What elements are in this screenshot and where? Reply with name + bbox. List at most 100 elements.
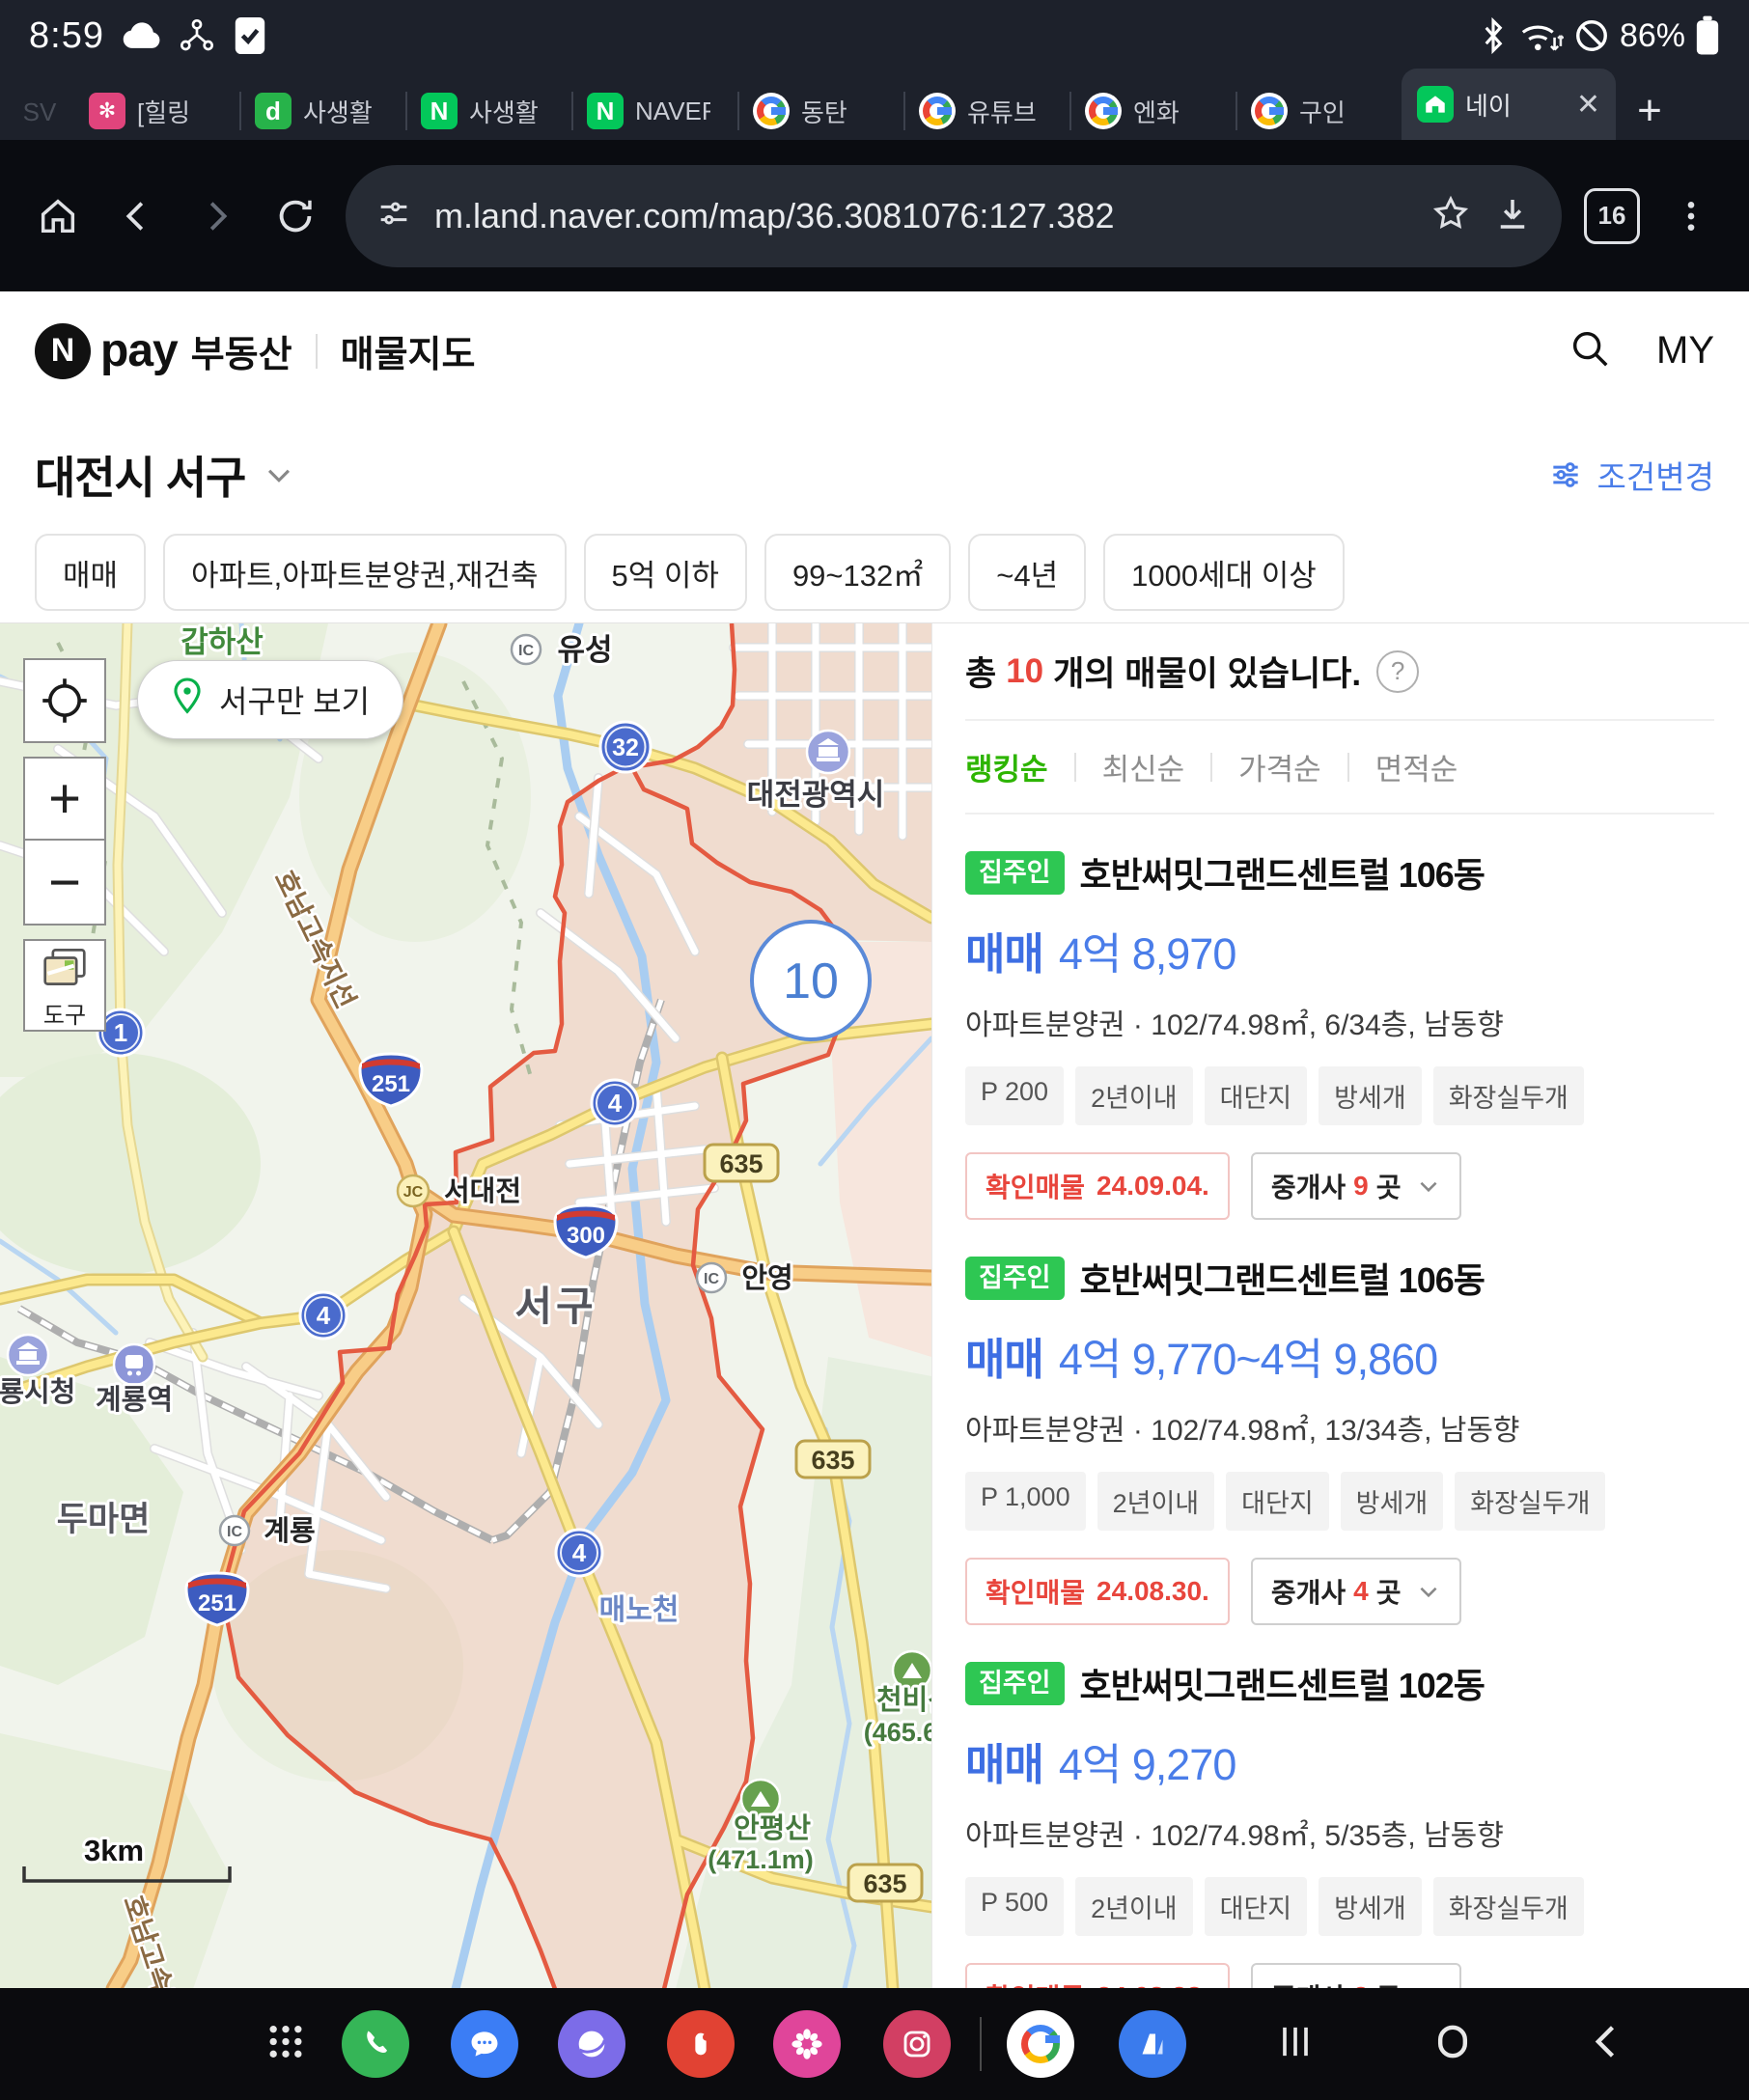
- tab-healing[interactable]: ✻ [힐링: [73, 82, 239, 140]
- sort-area[interactable]: 면적순: [1375, 745, 1458, 788]
- sort-ranking[interactable]: 랭킹순: [965, 745, 1048, 788]
- map-canvas[interactable]: 갑하산 (468.7m) 서구 두마면 매노천 호남고속지선 호남고속지선 대전…: [0, 623, 931, 1989]
- locate-button[interactable]: [23, 658, 106, 743]
- ic-gyeryong: IC 계룡: [220, 1515, 316, 1547]
- google-app-icon[interactable]: [1007, 2010, 1074, 2078]
- route-shield-32: 32: [600, 722, 651, 772]
- naver-pay-logo[interactable]: N: [35, 323, 91, 379]
- svg-text:IC: IC: [518, 643, 534, 659]
- search-icon[interactable]: [1568, 326, 1612, 375]
- gyeryong-cityhall-icon: [8, 1335, 48, 1375]
- agents-dropdown[interactable]: 중개사 2곳: [1251, 1963, 1462, 1988]
- layers-icon: [42, 947, 87, 992]
- download-icon[interactable]: [1492, 193, 1533, 238]
- apps-grid-icon[interactable]: [264, 2021, 307, 2068]
- chip-trade-type[interactable]: 매매: [35, 534, 146, 611]
- chip-households[interactable]: 1000세대 이상: [1103, 534, 1345, 611]
- chip-area[interactable]: 99~132㎡: [764, 534, 951, 611]
- help-icon[interactable]: ?: [1376, 650, 1419, 693]
- route-shield-4b: 4: [300, 1292, 347, 1339]
- condition-change-button[interactable]: 조건변경: [1547, 452, 1714, 498]
- svg-text:서대전: 서대전: [444, 1175, 521, 1207]
- google-icon: [1251, 93, 1288, 129]
- jc-seodaejeon: JC 서대전: [398, 1175, 521, 1207]
- agents-dropdown[interactable]: 중개사 4곳: [1251, 1558, 1462, 1625]
- zoom-in-button[interactable]: +: [23, 757, 106, 841]
- tab-active-naver-land[interactable]: 네이 ✕: [1402, 69, 1616, 140]
- listing-details: 아파트분양권 · 102/74.98㎡, 6/34층, 남동향: [965, 1001, 1714, 1043]
- url-bar[interactable]: m.land.naver.com/map/36.3081076:127.382: [346, 165, 1562, 267]
- forward-button[interactable]: [180, 180, 253, 253]
- wifi-icon: [1517, 16, 1564, 55]
- tab-switcher-button[interactable]: 16: [1575, 180, 1649, 253]
- map-label-cheonbisan-elev: (465.6m: [864, 1718, 931, 1747]
- band-icon[interactable]: [667, 2010, 735, 2078]
- bookmark-star-icon[interactable]: [1430, 193, 1471, 238]
- google-icon: [919, 93, 956, 129]
- phone-icon[interactable]: [342, 2010, 409, 2078]
- page-title: 매물지도: [341, 324, 476, 377]
- camera-icon[interactable]: [883, 2010, 951, 2078]
- menu-kebab-icon[interactable]: [1654, 180, 1728, 253]
- station-icon: [114, 1344, 154, 1385]
- tab-jobs[interactable]: 구인: [1235, 82, 1402, 140]
- svg-text:635: 635: [863, 1869, 906, 1898]
- daum-icon: d: [255, 93, 292, 129]
- reload-button[interactable]: [259, 180, 332, 253]
- chip-price[interactable]: 5억 이하: [584, 534, 747, 611]
- chevron-down-icon[interactable]: [263, 458, 295, 491]
- my-menu[interactable]: MY: [1656, 329, 1714, 373]
- site-settings-icon[interactable]: [375, 194, 413, 237]
- home-nav-button[interactable]: [1431, 2021, 1474, 2068]
- new-tab-button[interactable]: +: [1616, 82, 1683, 140]
- map-tools-button[interactable]: 도구: [23, 939, 106, 1032]
- owner-badge: 집주인: [965, 1257, 1065, 1300]
- pay-logo-text[interactable]: pay: [100, 324, 178, 377]
- sort-price[interactable]: 가격순: [1238, 745, 1321, 788]
- map-label-cityhall: 계룡시청: [0, 1376, 75, 1408]
- tab-partial[interactable]: SV: [6, 84, 73, 140]
- confirmed-date-badge: 확인매물24.09.04.: [965, 1152, 1230, 1220]
- chevron-down-icon: [1416, 1174, 1441, 1199]
- tab-yen[interactable]: 엔화: [1069, 82, 1235, 140]
- tab-naver[interactable]: N NAVER: [571, 82, 737, 140]
- chip-age[interactable]: ~4년: [968, 534, 1086, 611]
- back-nav-button[interactable]: [1586, 2021, 1628, 2068]
- samsung-internet-icon[interactable]: [558, 2010, 625, 2078]
- listing-item[interactable]: 집주인 호반써밋그랜드센트럴 102동 매매4억 9,270 아파트분양권 · …: [965, 1625, 1714, 1988]
- recents-nav-button[interactable]: [1274, 2021, 1317, 2068]
- svg-text:유성: 유성: [557, 633, 612, 667]
- cluster-marker[interactable]: 10: [752, 922, 870, 1039]
- blog-flower-icon[interactable]: [773, 2010, 841, 2078]
- pin-icon: [171, 677, 204, 723]
- tab-dongtan[interactable]: 동탄: [737, 82, 903, 140]
- region-selector[interactable]: 대전시 서구: [35, 443, 245, 507]
- listing-details: 아파트분양권 · 102/74.98㎡, 13/34층, 남동향: [965, 1406, 1714, 1449]
- clock: 8:59: [29, 15, 104, 57]
- confirmed-date-badge: 확인매물24.08.30.: [965, 1558, 1230, 1625]
- home-button[interactable]: [21, 180, 95, 253]
- listing-tags: P 1,0002년이내 대단지방세개 화장실두개: [965, 1472, 1714, 1531]
- close-tab-icon[interactable]: ✕: [1576, 88, 1600, 122]
- back-button[interactable]: [100, 180, 174, 253]
- map-label-anpyeongsan: 안평산: [734, 1812, 811, 1844]
- tab-privacy-2[interactable]: N 사생활: [405, 82, 571, 140]
- ic-yuseong: IC 유성: [512, 633, 613, 667]
- url-text[interactable]: m.land.naver.com/map/36.3081076:127.382: [434, 196, 1409, 236]
- tab-youtube[interactable]: 유튜브: [903, 82, 1069, 140]
- sort-newest[interactable]: 최신순: [1102, 745, 1185, 788]
- section-label[interactable]: 부동산: [191, 324, 292, 377]
- listing-item[interactable]: 집주인 호반써밋그랜드센트럴 106동 매매4억 9,770~4억 9,860 …: [965, 1220, 1714, 1625]
- ipadmarket-icon: ✻: [89, 93, 125, 129]
- naver-land-app-icon[interactable]: [1119, 2010, 1186, 2078]
- route-shield-4c: 4: [556, 1530, 602, 1576]
- tab-privacy-1[interactable]: d 사생활: [239, 82, 405, 140]
- chip-property-type[interactable]: 아파트,아파트분양권,재건축: [163, 534, 566, 611]
- messages-icon[interactable]: [451, 2010, 518, 2078]
- zoom-out-button[interactable]: −: [23, 841, 106, 926]
- map-graphics: 갑하산 (468.7m) 서구 두마면 매노천 호남고속지선 호남고속지선 대전…: [0, 623, 931, 1989]
- listing-item[interactable]: 집주인 호반써밋그랜드센트럴 106동 매매4억 8,970 아파트분양권 · …: [965, 815, 1714, 1220]
- owner-badge: 집주인: [965, 1662, 1065, 1705]
- agents-dropdown[interactable]: 중개사 9곳: [1251, 1152, 1462, 1220]
- show-district-only-button[interactable]: 서구만 보기: [137, 660, 403, 739]
